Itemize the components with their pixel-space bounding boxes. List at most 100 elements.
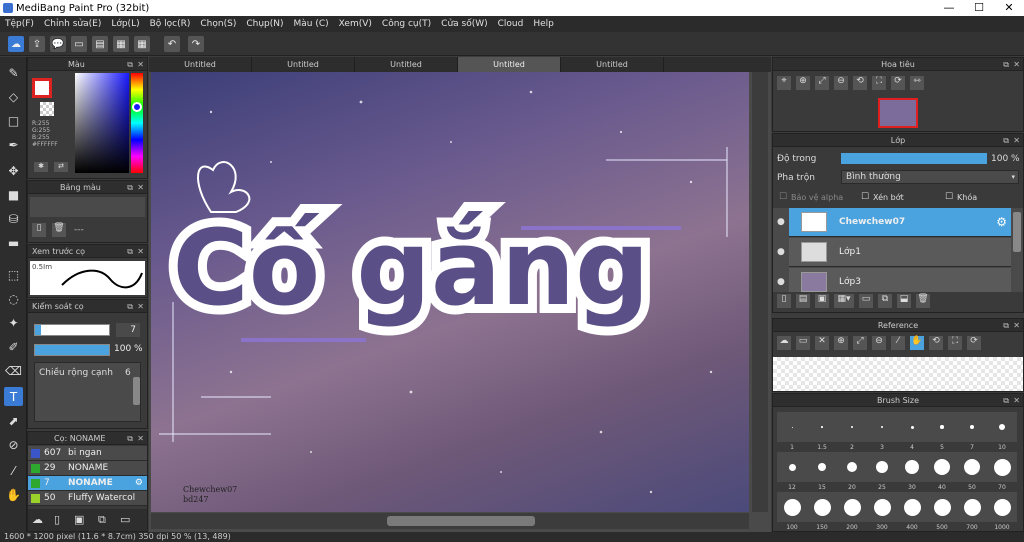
upload-icon[interactable]: ⇪ bbox=[29, 36, 45, 52]
brush-size-option[interactable] bbox=[987, 412, 1017, 442]
brush-size-option[interactable] bbox=[867, 412, 897, 442]
rectangle-tool-icon[interactable]: □ bbox=[4, 111, 23, 130]
menu-color[interactable]: Màu (C) bbox=[289, 19, 334, 29]
layer-scrollbar[interactable] bbox=[1013, 212, 1021, 252]
blend-mode-select[interactable]: Bình thường ▾ bbox=[841, 170, 1019, 184]
lasso-icon[interactable]: ◌ bbox=[4, 289, 23, 308]
new-palette-icon[interactable]: ▯ bbox=[32, 223, 46, 237]
close-icon[interactable]: ✕ bbox=[137, 245, 144, 258]
close-reference-icon[interactable]: ✕ bbox=[815, 336, 829, 350]
hand-icon[interactable]: ✋ bbox=[910, 336, 924, 350]
lock-checkbox[interactable]: ☐ bbox=[945, 192, 953, 202]
tab-untitled[interactable]: Untitled bbox=[355, 57, 458, 72]
color-swap-icon[interactable]: ⇄ bbox=[54, 162, 68, 172]
comment-icon[interactable]: ▭ bbox=[71, 36, 87, 52]
palette-area[interactable] bbox=[30, 197, 145, 217]
close-icon[interactable]: ✕ bbox=[137, 181, 144, 194]
new-brush-icon[interactable]: ▯ bbox=[54, 513, 60, 526]
close-icon[interactable]: ✕ bbox=[1013, 319, 1020, 332]
navigator-thumbnail[interactable] bbox=[878, 98, 918, 128]
brush-list-item[interactable]: 50 Fluffy Watercol bbox=[28, 491, 147, 506]
menu-tools[interactable]: Công cụ(T) bbox=[377, 19, 436, 29]
rotate-right-icon[interactable]: ⟳ bbox=[967, 336, 981, 350]
brush-size-option[interactable] bbox=[867, 492, 897, 522]
gear-icon[interactable]: ⚙ bbox=[135, 476, 143, 490]
brush-size-value[interactable]: 7 bbox=[116, 323, 140, 337]
tab-untitled[interactable]: Untitled bbox=[149, 57, 252, 72]
vertical-scrollbar[interactable] bbox=[752, 72, 768, 512]
close-icon[interactable]: ✕ bbox=[1013, 58, 1020, 71]
primary-color-swatch[interactable] bbox=[32, 78, 52, 98]
rotate-left-icon[interactable]: ⟲ bbox=[853, 76, 867, 90]
gear-icon[interactable]: ⚙ bbox=[996, 215, 1007, 229]
add-layer-menu-icon[interactable]: ▦▾ bbox=[834, 294, 854, 308]
undock-icon[interactable]: ⧉ bbox=[127, 58, 133, 71]
pen-tool-icon[interactable]: ✒ bbox=[4, 135, 23, 154]
maximize-button[interactable]: ☐ bbox=[964, 0, 994, 16]
delete-layer-icon[interactable]: 🗑 bbox=[916, 294, 930, 308]
undock-icon[interactable]: ⧉ bbox=[127, 245, 133, 258]
protect-alpha-checkbox[interactable]: ☐ bbox=[779, 192, 787, 202]
copy-brush-icon[interactable]: ⧉ bbox=[98, 513, 106, 527]
brush-size-option[interactable] bbox=[807, 412, 837, 442]
fill-rect-tool-icon[interactable]: ■ bbox=[4, 185, 23, 204]
duplicate-layer-icon[interactable]: ⧉ bbox=[878, 294, 892, 308]
brush-size-option[interactable] bbox=[897, 412, 927, 442]
visibility-eye-icon[interactable]: ● bbox=[777, 277, 785, 287]
document-icon[interactable]: ▤ bbox=[92, 36, 108, 52]
clip-checkbox[interactable]: ☐ bbox=[861, 192, 869, 202]
menu-snap[interactable]: Chụp(N) bbox=[241, 19, 288, 29]
undock-icon[interactable]: ⧉ bbox=[1003, 134, 1009, 147]
select-rect-icon[interactable]: ⬚ bbox=[4, 265, 23, 284]
brush-size-option[interactable] bbox=[927, 452, 957, 482]
grid-icon[interactable]: ▦ bbox=[134, 36, 150, 52]
eyedropper-icon[interactable]: ⊘ bbox=[4, 435, 23, 454]
layer-opacity-slider[interactable] bbox=[841, 153, 987, 164]
brush-settings-scrollbar[interactable] bbox=[133, 377, 140, 405]
brush-size-option[interactable] bbox=[777, 412, 807, 442]
horizontal-scrollbar[interactable] bbox=[151, 513, 749, 529]
brush-size-option[interactable] bbox=[807, 492, 837, 522]
close-window-button[interactable]: ✕ bbox=[994, 0, 1024, 16]
brush-size-option[interactable] bbox=[837, 412, 867, 442]
close-icon[interactable]: ✕ bbox=[1013, 134, 1020, 147]
brush-size-option[interactable] bbox=[927, 492, 957, 522]
zoom-out-icon[interactable]: ⊖ bbox=[872, 336, 886, 350]
zoom-in-icon[interactable]: ⊕ bbox=[834, 336, 848, 350]
undock-icon[interactable]: ⧉ bbox=[127, 432, 133, 445]
brush-list-item[interactable]: 7 NONAME ⚙ bbox=[28, 476, 147, 491]
select-pen-icon[interactable]: ✐ bbox=[4, 337, 23, 356]
menu-filter[interactable]: Bộ lọc(R) bbox=[145, 19, 196, 29]
chat-icon[interactable]: 💬 bbox=[50, 36, 66, 52]
undock-icon[interactable]: ⧉ bbox=[1003, 319, 1009, 332]
brush-size-option[interactable] bbox=[957, 412, 987, 442]
brush-size-option[interactable] bbox=[777, 492, 807, 522]
hue-slider[interactable] bbox=[131, 73, 143, 173]
visibility-eye-icon[interactable]: ● bbox=[777, 247, 785, 257]
eraser-tool-icon[interactable]: ◇ bbox=[4, 87, 23, 106]
folder-icon[interactable]: ▭ bbox=[859, 294, 873, 308]
layer-row-selected[interactable]: Chewchew07 ⚙ bbox=[789, 208, 1011, 237]
brush-size-option[interactable] bbox=[777, 452, 807, 482]
cloud-brush-icon[interactable]: ☁ bbox=[32, 513, 43, 526]
layer-row[interactable]: Lớp3 bbox=[789, 268, 1011, 292]
visibility-eye-icon[interactable]: ● bbox=[777, 217, 785, 227]
undock-icon[interactable]: ⧉ bbox=[127, 181, 133, 194]
saturation-value-picker[interactable] bbox=[75, 73, 129, 173]
menu-help[interactable]: Help bbox=[528, 19, 559, 29]
select-eraser-icon[interactable]: ⌫ bbox=[4, 361, 23, 380]
brush-tool-icon[interactable]: ✎ bbox=[4, 63, 23, 82]
brush-size-option[interactable] bbox=[987, 452, 1017, 482]
brush-size-option[interactable] bbox=[867, 452, 897, 482]
delete-palette-icon[interactable]: 🗑 bbox=[52, 223, 66, 237]
close-icon[interactable]: ✕ bbox=[137, 300, 144, 313]
menu-layer[interactable]: Lớp(L) bbox=[106, 19, 144, 29]
dropper-icon[interactable]: ⁄ bbox=[4, 461, 23, 480]
magic-wand-icon[interactable]: ✦ bbox=[4, 313, 23, 332]
hand-tool-icon[interactable]: ✋ bbox=[4, 485, 23, 504]
close-icon[interactable]: ✕ bbox=[137, 58, 144, 71]
undock-icon[interactable]: ⧉ bbox=[127, 300, 133, 313]
brush-size-option[interactable] bbox=[807, 452, 837, 482]
undock-icon[interactable]: ⧉ bbox=[1003, 394, 1009, 407]
folder-icon[interactable]: ▭ bbox=[120, 513, 130, 526]
